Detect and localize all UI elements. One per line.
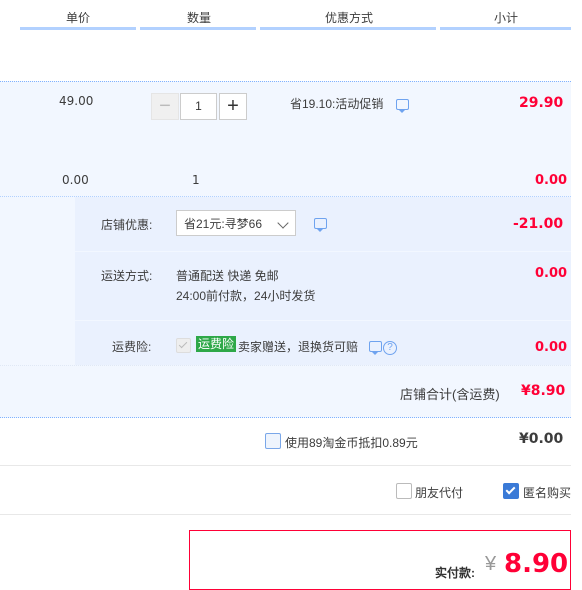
shop-total-label: 店铺合计(含运费) [400, 387, 500, 402]
help-icon[interactable]: ? [383, 339, 397, 355]
header-underline [20, 27, 136, 30]
quantity-stepper: − 1 + [151, 93, 247, 120]
item2-quantity: 1 [192, 173, 200, 187]
insurance-amount: 0.00 [535, 340, 568, 355]
chevron-down-icon [277, 217, 289, 229]
shipping-row [75, 252, 571, 320]
coins-label: 使用89淘金币抵扣0.89元 [285, 436, 418, 450]
header-discount-method: 优惠方式 [325, 11, 374, 25]
item2-price: 0.00 [62, 173, 89, 187]
header-underline [440, 27, 571, 30]
payment-label: 实付款: [435, 566, 475, 580]
payment-box: 实付款: ¥ 8.90 [189, 530, 571, 590]
friend-pay-checkbox[interactable] [396, 483, 412, 499]
order-block [0, 81, 571, 418]
insurance-text: 卖家赠送，退换货可赔 [238, 340, 359, 354]
payment-currency: ¥ [485, 553, 497, 575]
header-underline [260, 27, 436, 30]
anonymous-checkbox[interactable] [503, 483, 519, 499]
item1-price: 49.00 [59, 94, 94, 108]
payment-amount: 8.90 [504, 549, 569, 579]
item2-subtotal: 0.00 [535, 173, 568, 188]
header-quantity: 数量 [187, 11, 212, 25]
shipping-amount: 0.00 [535, 266, 568, 281]
decrease-button[interactable]: − [151, 93, 179, 120]
chat-icon[interactable] [369, 341, 382, 355]
chat-icon[interactable] [314, 218, 327, 232]
divider [0, 465, 571, 466]
shop-discount-value: 省21元:寻梦66 [184, 217, 263, 231]
header-subtotal: 小计 [494, 11, 519, 25]
coins-checkbox[interactable] [265, 433, 281, 449]
coins-amount: ¥0.00 [519, 431, 564, 447]
shipping-note: 24:00前付款，24小时发货 [176, 289, 316, 303]
divider [0, 514, 571, 515]
anonymous-label[interactable]: 匿名购买 [523, 484, 571, 501]
shop-discount-label: 店铺优惠: [101, 218, 153, 232]
shipping-method: 普通配送 快递 免邮 [176, 269, 279, 283]
header-unit-price: 单价 [66, 11, 91, 25]
item1-subtotal: 29.90 [519, 95, 564, 111]
shipping-label: 运送方式: [101, 269, 153, 283]
shop-total-amount: ¥8.90 [521, 383, 566, 399]
insurance-label: 运费险: [112, 340, 152, 354]
increase-button[interactable]: + [219, 93, 247, 120]
header-underline [140, 27, 256, 30]
insurance-checkbox [176, 338, 191, 353]
chat-icon[interactable] [396, 99, 409, 113]
friend-pay-label[interactable]: 朋友代付 [415, 484, 463, 501]
quantity-input[interactable]: 1 [180, 93, 217, 120]
divider [0, 365, 571, 366]
item1-promo: 省19.10:活动促销 [290, 97, 384, 111]
insurance-badge: 运费险 [196, 336, 237, 352]
shop-discount-select[interactable]: 省21元:寻梦66 [176, 210, 296, 236]
shop-discount-amount: -21.00 [513, 216, 564, 232]
table-header: 单价 数量 优惠方式 小计 [0, 0, 582, 30]
